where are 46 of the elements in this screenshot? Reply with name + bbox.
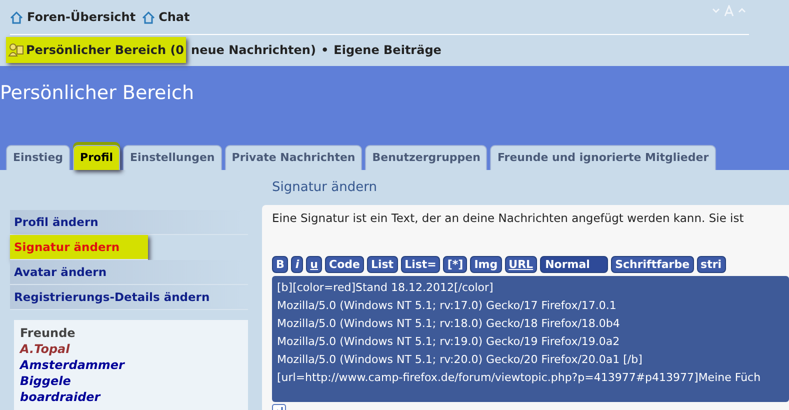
page-title: Persönlicher Bereich [0,82,196,104]
signature-line: Mozilla/5.0 (Windows NT 5.1; rv:18.0) Gecko/18 Firefox/18.0b4 [277,316,621,331]
format-button[interactable]: List [366,256,398,273]
intro-text: Eine Signatur ist ein Text, der an deine Nachrichten angefügt werden kann. Sie ist [272,211,745,225]
signature-textarea[interactable] [272,276,789,402]
tab[interactable]: Einstieg [6,145,70,170]
nav-link[interactable]: Foren-Übersicht [10,10,136,24]
format-button[interactable]: [*] [443,256,468,273]
friend-link[interactable]: Biggele [20,374,242,388]
separator-text: • [320,43,329,57]
friend-link[interactable]: A.Topal [20,342,242,356]
format-button[interactable]: i [291,256,304,273]
friend-link[interactable]: boardraider [20,390,242,404]
tab[interactable]: Private Nachrichten [224,145,362,170]
format-button[interactable]: List= [400,256,440,273]
signature-line: Mozilla/5.0 (Windows NT 5.1; rv:20.0) Gecko/20 Firefox/20.0a1 [/b] [277,352,644,367]
tab[interactable]: Einstellungen [123,145,222,170]
menu-item[interactable]: Signatur ändern [10,235,148,260]
message-count-text: neue Nachrichten) [191,43,316,57]
format-button[interactable]: Code [325,256,364,273]
menu-item[interactable]: Avatar ändern [10,260,248,285]
own-posts-link[interactable]: Eigene Beiträge [334,43,442,57]
tab[interactable]: Profil [73,145,120,170]
format-button[interactable]: Schriftfarbe [611,256,694,273]
tab[interactable]: Benutzergruppen [365,145,488,170]
tab[interactable]: Freunde und ignorierte Mitglieder [490,145,716,170]
signature-line: Mozilla/5.0 (Windows NT 5.1; rv:19.0) Gecko/19 Firefox/19.0a2 [277,334,621,349]
font-size-select[interactable]: Normal [540,256,608,273]
format-button[interactable]: Img [470,256,502,273]
signature-line: Mozilla/5.0 (Windows NT 5.1; rv:17.0) Gecko/17 Firefox/17.0.1 [277,298,618,313]
format-button[interactable]: u [306,256,322,273]
nav-link[interactable]: Chat [142,10,190,24]
home-icon [10,10,23,24]
users-icon [8,43,24,57]
friends-title: Freunde [20,326,76,340]
menu-item[interactable]: Profil ändern [10,210,248,235]
personal-area-link[interactable]: Persönlicher Bereich (0 [6,37,186,63]
menu-item[interactable]: Registrierungs-Details ändern [10,285,248,310]
format-button[interactable]: stri [696,256,726,273]
section-title: Signatur ändern [271,179,378,197]
signature-line: [b][color=red]Stand 18.12.2012[/color] [277,280,494,295]
signature-line: [url=http://www.camp-firefox.de/forum/viewtopic.php?p=413977#p413977]Meine Füch [277,370,762,385]
format-button[interactable]: B [272,256,288,273]
home-icon [142,10,155,24]
format-button[interactable]: URL [504,256,538,273]
friend-link[interactable]: Amsterdammer [20,358,242,372]
